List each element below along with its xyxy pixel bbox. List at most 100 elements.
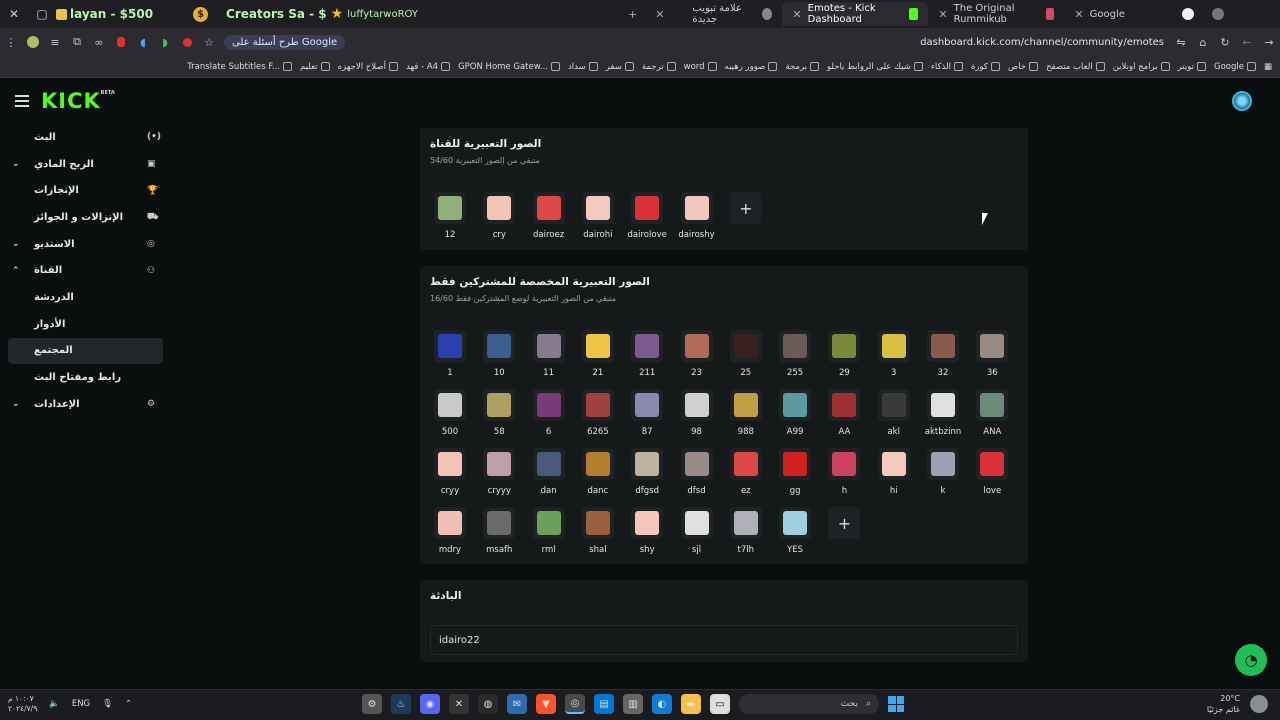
bookmark-item[interactable]: تعليم [300, 62, 330, 72]
emote-item[interactable]: 3 [874, 330, 914, 378]
sidebar-item[interactable]: ⌄ الاستديو ◎ [0, 231, 170, 258]
new-tab-button[interactable]: + [628, 8, 637, 21]
glasses-icon[interactable]: ∞ [88, 31, 110, 53]
edge-app-icon[interactable]: ◐ [652, 694, 672, 714]
extensions-icon[interactable]: ⧉ [66, 31, 88, 53]
emote-item[interactable]: dairoshy [677, 192, 717, 240]
bookmark-item[interactable]: خاص [1008, 62, 1039, 72]
emote-item[interactable]: cryyy [479, 448, 519, 496]
emote-item[interactable]: dairolove [627, 192, 667, 240]
emote-item[interactable]: shy [627, 507, 667, 555]
emote-item[interactable]: ez [726, 448, 766, 496]
bookmark-item[interactable]: ترجمة [642, 62, 676, 72]
emote-item[interactable]: k [923, 448, 963, 496]
emote-item[interactable]: sjl [677, 507, 717, 555]
close-window-icon[interactable]: ✕ [0, 0, 28, 28]
kick-logo[interactable]: KICK BETA [41, 89, 115, 113]
taskbar-search[interactable]: بحث ⌕ [739, 694, 879, 714]
emote-item[interactable]: 32 [923, 330, 963, 378]
discord-app-icon[interactable]: ◉ [420, 694, 440, 714]
emote-item[interactable]: rml [529, 507, 569, 555]
bookmark-item[interactable]: شيك على الروابط ياحلو [827, 62, 923, 72]
emote-item[interactable]: danc [578, 448, 618, 496]
sidebar-item[interactable]: الدردشة [0, 284, 170, 311]
back-icon[interactable]: ← [1236, 31, 1258, 53]
add-emote-button[interactable]: + [828, 507, 861, 539]
profile-avatar-icon[interactable] [22, 31, 44, 53]
emote-item[interactable]: msafh [479, 507, 519, 555]
outlook-app-icon[interactable]: ▤ [594, 694, 614, 714]
emote-item[interactable]: 29 [824, 330, 864, 378]
emote-item[interactable]: dairohi [578, 192, 618, 240]
obs-app-icon[interactable]: ◍ [478, 694, 498, 714]
forward-icon[interactable]: → [1258, 31, 1280, 53]
sidebar-item[interactable]: المجتمع [8, 337, 163, 365]
menu-dots-icon[interactable]: ⋮ [0, 31, 22, 53]
record-extension-icon[interactable] [176, 31, 198, 53]
sidebar-item[interactable]: ⌃ القناة ⚇ [0, 257, 170, 284]
brave-app-icon[interactable]: ▼ [536, 694, 556, 714]
red-extension-icon[interactable] [110, 31, 132, 53]
tray-chevron-icon[interactable]: ⌃ [125, 699, 132, 709]
tab-kick-emotes[interactable]: ✕ Emotes - Kick Dashboard [782, 2, 929, 26]
window-menu-icon[interactable]: ▢ [28, 0, 56, 28]
bookmark-star-icon[interactable]: ☆ [198, 31, 220, 53]
emote-item[interactable]: love [972, 448, 1012, 496]
emote-item[interactable]: akl [874, 389, 914, 437]
bookmark-item[interactable]: كورة [971, 62, 1000, 72]
emote-item[interactable]: 500 [430, 389, 470, 437]
weather-widget[interactable]: 20°C غائم جزئيًا [1207, 693, 1240, 715]
bookmark-item[interactable]: سداد [568, 62, 598, 72]
emote-item[interactable]: aktbzinn [923, 389, 963, 437]
explorer-app-icon[interactable]: ▬ [681, 694, 701, 714]
bookmark-item[interactable]: Google [1214, 62, 1256, 72]
tab-google[interactable]: ✕ Google [1064, 2, 1204, 26]
bookmark-item[interactable]: Translate Subtitles F... [187, 62, 293, 72]
settings-app-icon[interactable]: ⚙ [362, 694, 382, 714]
address-url[interactable]: dashboard.kick.com/channel/community/emo… [920, 37, 1164, 48]
bookmark-item[interactable]: أصلاح الاجهزه [338, 62, 398, 72]
store-app-icon[interactable]: ▥ [623, 694, 643, 714]
taskbar-clock[interactable]: ١٠:٠٧ م ٢٠٢٤/٧/٩ [8, 694, 37, 714]
emote-item[interactable]: ANA [972, 389, 1012, 437]
bookmark-item[interactable]: برمجة [785, 62, 819, 72]
emote-item[interactable]: 25 [726, 330, 766, 378]
tab-close-icon[interactable]: ✕ [655, 8, 664, 21]
green-extension-icon[interactable]: ◗ [154, 31, 176, 53]
apps-icon[interactable]: ▦ [1264, 62, 1272, 72]
sidebar-item[interactable]: الإنزالات و الجوائز ⛟ [0, 204, 170, 231]
emote-item[interactable]: 21 [578, 330, 618, 378]
xbox-app-icon[interactable]: ✕ [449, 694, 469, 714]
bookmark-item[interactable]: الذكاء [931, 62, 963, 72]
emote-item[interactable]: t7lh [726, 507, 766, 555]
app-icon[interactable]: ▭ [710, 694, 730, 714]
emote-item[interactable]: AA [824, 389, 864, 437]
emote-item[interactable]: hi [874, 448, 914, 496]
emote-item[interactable]: YES [775, 507, 815, 555]
emote-item[interactable]: 87 [627, 389, 667, 437]
volume-icon[interactable]: 🔈 [49, 699, 60, 709]
sidebar-item[interactable]: ⌄ الربح المادي ▣ [0, 151, 170, 178]
add-emote-button[interactable]: + [729, 192, 762, 224]
profile-icon[interactable] [1212, 8, 1225, 20]
emote-item[interactable]: 255 [775, 330, 815, 378]
emote-item[interactable]: 211 [627, 330, 667, 378]
mail-app-icon[interactable]: ✉ [507, 694, 527, 714]
emote-item[interactable]: shal [578, 507, 618, 555]
tab-close-icon[interactable]: ✕ [1074, 8, 1083, 21]
emote-item[interactable]: 1 [430, 330, 470, 378]
lang-indicator[interactable]: ENG [72, 699, 90, 709]
chrome-app-icon[interactable]: ◎ [565, 694, 585, 714]
support-chat-button[interactable]: ◔ [1235, 644, 1267, 676]
user-avatar[interactable] [1232, 91, 1252, 111]
bookmark-item[interactable]: تويتر [1178, 62, 1206, 72]
emote-item[interactable]: A99 [775, 389, 815, 437]
emote-item[interactable]: dfgsd [627, 448, 667, 496]
emote-item[interactable]: 988 [726, 389, 766, 437]
emote-item[interactable]: gg [775, 448, 815, 496]
emote-item[interactable]: cry [479, 192, 519, 240]
tab-close-icon[interactable]: ✕ [792, 8, 801, 21]
sidebar-item[interactable]: الأدوار [0, 311, 170, 338]
hamburger-menu-icon[interactable] [15, 95, 29, 107]
emote-item[interactable]: 6 [529, 389, 569, 437]
